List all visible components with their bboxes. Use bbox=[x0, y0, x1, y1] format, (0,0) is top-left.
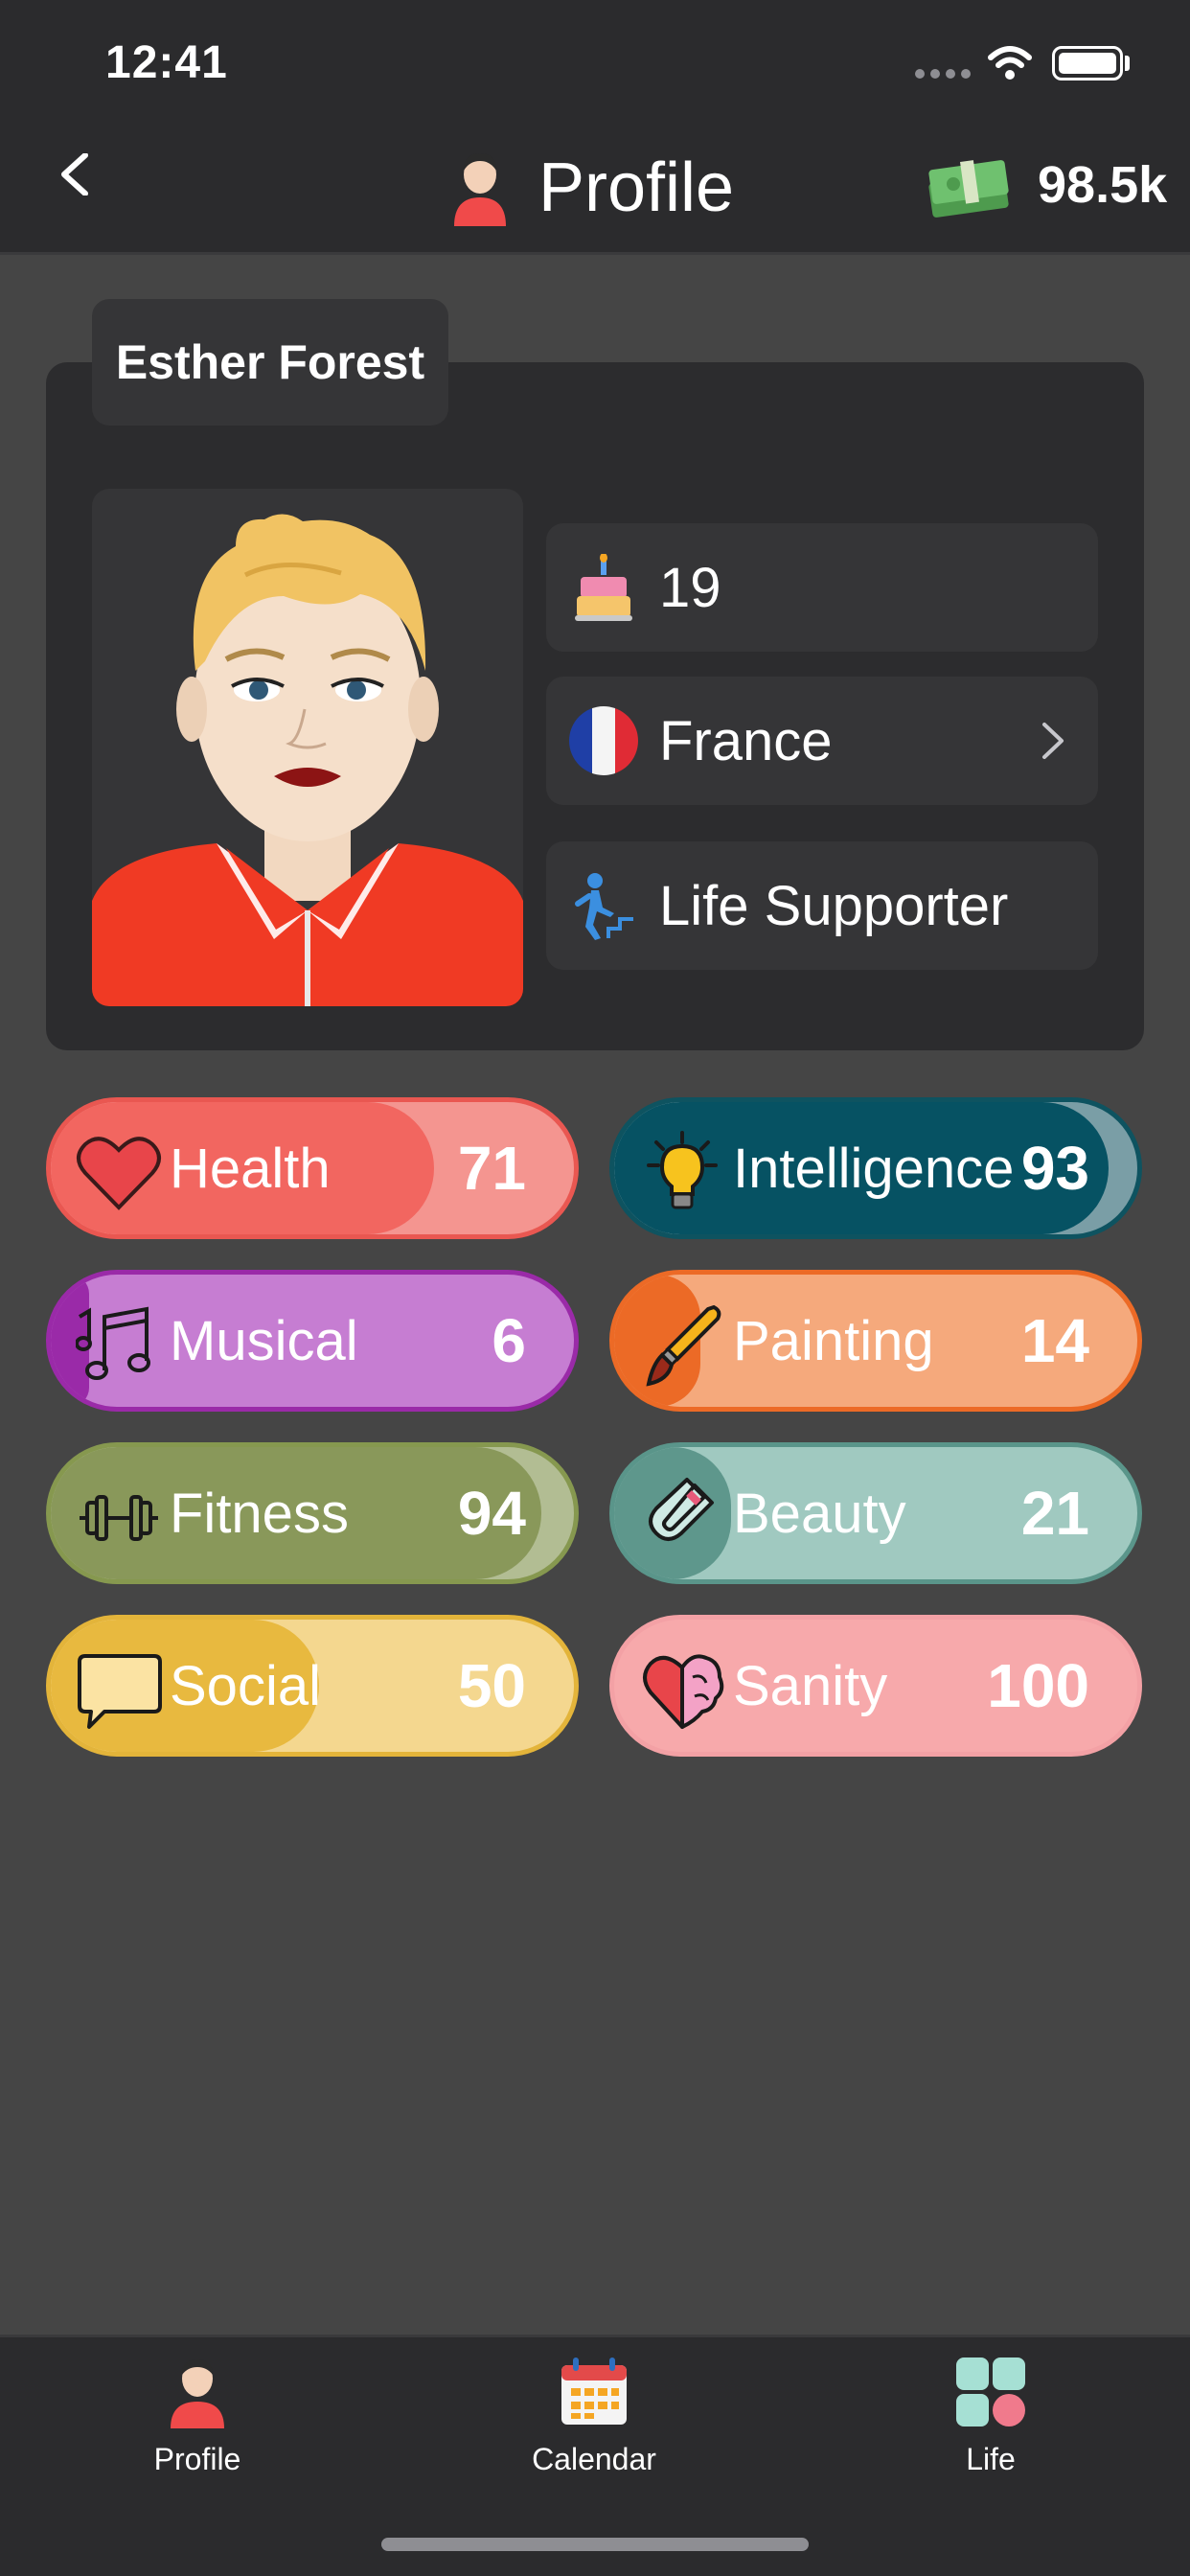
battery-icon bbox=[1052, 46, 1123, 80]
france-flag-icon bbox=[569, 706, 638, 775]
status-time: 12:41 bbox=[105, 37, 228, 88]
home-indicator[interactable] bbox=[381, 2538, 809, 2551]
tab-life[interactable]: Life bbox=[895, 2354, 1087, 2477]
stat-label: Health bbox=[170, 1137, 331, 1200]
tab-bar-divider bbox=[0, 2334, 1190, 2337]
stat-label: Sanity bbox=[733, 1654, 888, 1717]
avatar bbox=[92, 489, 523, 1006]
cash-icon bbox=[928, 160, 1009, 218]
paintbrush-icon bbox=[646, 1304, 721, 1387]
occupation-row: Life Supporter bbox=[546, 841, 1098, 970]
stairs-climber-icon bbox=[569, 871, 638, 940]
top-bar-divider bbox=[0, 252, 1190, 255]
stat-value: 6 bbox=[492, 1306, 526, 1375]
stat-musical[interactable]: Musical 6 bbox=[46, 1270, 579, 1412]
calendar-icon bbox=[561, 2358, 627, 2425]
stat-painting[interactable]: Painting 14 bbox=[609, 1270, 1142, 1412]
stat-intelligence[interactable]: Intelligence 93 bbox=[609, 1097, 1142, 1239]
stat-label: Musical bbox=[170, 1309, 358, 1372]
back-arrow-icon[interactable] bbox=[53, 153, 95, 196]
stat-value: 93 bbox=[1020, 1134, 1089, 1203]
stat-label: Social bbox=[170, 1654, 321, 1717]
heart-brain-icon bbox=[643, 1654, 724, 1729]
occupation-value: Life Supporter bbox=[659, 874, 1009, 937]
stat-sanity[interactable]: Sanity 100 bbox=[609, 1615, 1142, 1757]
stat-label: Painting bbox=[733, 1309, 934, 1372]
page-title: Profile bbox=[538, 150, 735, 226]
stat-value: 50 bbox=[457, 1651, 526, 1720]
stat-value: 100 bbox=[987, 1651, 1089, 1720]
heart-icon bbox=[77, 1137, 161, 1210]
stat-label: Beauty bbox=[733, 1482, 906, 1545]
nav-title: Profile bbox=[450, 149, 734, 227]
age-value: 19 bbox=[659, 556, 721, 619]
speech-bubble-icon bbox=[78, 1654, 162, 1729]
tab-label: Life bbox=[966, 2442, 1016, 2476]
tab-label: Profile bbox=[153, 2442, 241, 2476]
lightbulb-icon bbox=[647, 1131, 718, 1209]
person-icon bbox=[454, 153, 506, 226]
age-row: 19 bbox=[546, 523, 1098, 652]
stat-health[interactable]: Health 71 bbox=[46, 1097, 579, 1239]
stat-label: Intelligence bbox=[733, 1137, 1015, 1200]
money-amount: 98.5k bbox=[1038, 156, 1168, 214]
music-notes-icon bbox=[76, 1306, 150, 1380]
money-display[interactable]: 98.5k bbox=[925, 151, 1167, 218]
stat-label: Fitness bbox=[170, 1482, 349, 1545]
country-value: France bbox=[659, 709, 833, 772]
birthday-cake-icon bbox=[569, 553, 638, 622]
stat-value: 94 bbox=[457, 1479, 526, 1548]
dumbbell-icon bbox=[80, 1495, 158, 1541]
apps-grid-icon bbox=[956, 2358, 1025, 2426]
stat-social[interactable]: Social 50 bbox=[46, 1615, 579, 1757]
tab-label: Calendar bbox=[532, 2442, 656, 2476]
stat-value: 21 bbox=[1020, 1479, 1089, 1548]
battery-tip bbox=[1125, 56, 1130, 71]
wifi-icon bbox=[988, 46, 1032, 80]
stat-value: 71 bbox=[457, 1134, 526, 1203]
chevron-right-icon bbox=[1042, 723, 1064, 759]
magnet-icon bbox=[649, 1478, 714, 1541]
tab-profile[interactable]: Profile bbox=[102, 2354, 293, 2477]
cellular-signal-icon bbox=[915, 69, 971, 79]
profile-name: Esther Forest bbox=[92, 299, 448, 426]
stat-fitness[interactable]: Fitness 94 bbox=[46, 1442, 579, 1584]
tab-calendar[interactable]: Calendar bbox=[498, 2354, 690, 2477]
country-row[interactable]: France bbox=[546, 677, 1098, 805]
person-icon bbox=[171, 2359, 224, 2428]
stat-beauty[interactable]: Beauty 21 bbox=[609, 1442, 1142, 1584]
stat-value: 14 bbox=[1020, 1306, 1089, 1375]
